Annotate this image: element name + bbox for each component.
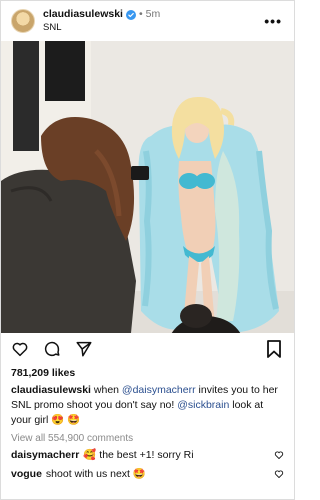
- post-photo[interactable]: [1, 41, 294, 333]
- comment-icon[interactable]: [43, 340, 61, 358]
- comment-username[interactable]: daisymacherr: [11, 449, 79, 461]
- caption-text-1: when: [93, 384, 119, 396]
- verified-badge-icon: [125, 9, 136, 20]
- bookmark-icon[interactable]: [266, 340, 282, 358]
- header-top-line: claudiasulewski • 5m: [43, 8, 160, 21]
- caption-username[interactable]: claudiasulewski: [11, 384, 91, 396]
- heart-icon[interactable]: [11, 340, 29, 358]
- caption-mention-sickbrain[interactable]: @sickbrain: [177, 399, 229, 411]
- post-location[interactable]: SNL: [43, 21, 160, 34]
- post-actions-bar: [1, 333, 294, 365]
- separator-dot: •: [138, 8, 143, 20]
- header-text: claudiasulewski • 5m SNL: [43, 8, 160, 34]
- username[interactable]: claudiasulewski: [43, 8, 123, 21]
- likes-count[interactable]: 781,209 likes: [1, 365, 294, 381]
- post-caption: claudiasulewski when @daisymacherr invit…: [1, 381, 294, 428]
- comment-text: shoot with us next 🤩: [45, 468, 146, 480]
- caption-mention-daisymacherr[interactable]: @daisymacherr: [122, 384, 196, 396]
- send-icon[interactable]: [75, 340, 93, 358]
- more-options-button[interactable]: •••: [264, 13, 282, 29]
- view-all-comments-link[interactable]: View all 554,900 comments: [1, 428, 294, 445]
- comment-row: vogue shoot with us next 🤩: [1, 464, 294, 483]
- post-time: 5m: [145, 8, 161, 20]
- comment-like-heart-icon[interactable]: [274, 469, 284, 479]
- instagram-post: claudiasulewski • 5m SNL ••• 781,209 lik…: [0, 0, 295, 500]
- comment-text: 🥰 the best +1! sorry Ri: [83, 449, 194, 461]
- comment-username[interactable]: vogue: [11, 468, 42, 480]
- comment-like-heart-icon[interactable]: [274, 450, 284, 460]
- avatar[interactable]: [11, 9, 35, 33]
- comment-row: daisymacherr 🥰 the best +1! sorry Ri: [1, 445, 294, 464]
- post-header: claudiasulewski • 5m SNL •••: [1, 1, 294, 41]
